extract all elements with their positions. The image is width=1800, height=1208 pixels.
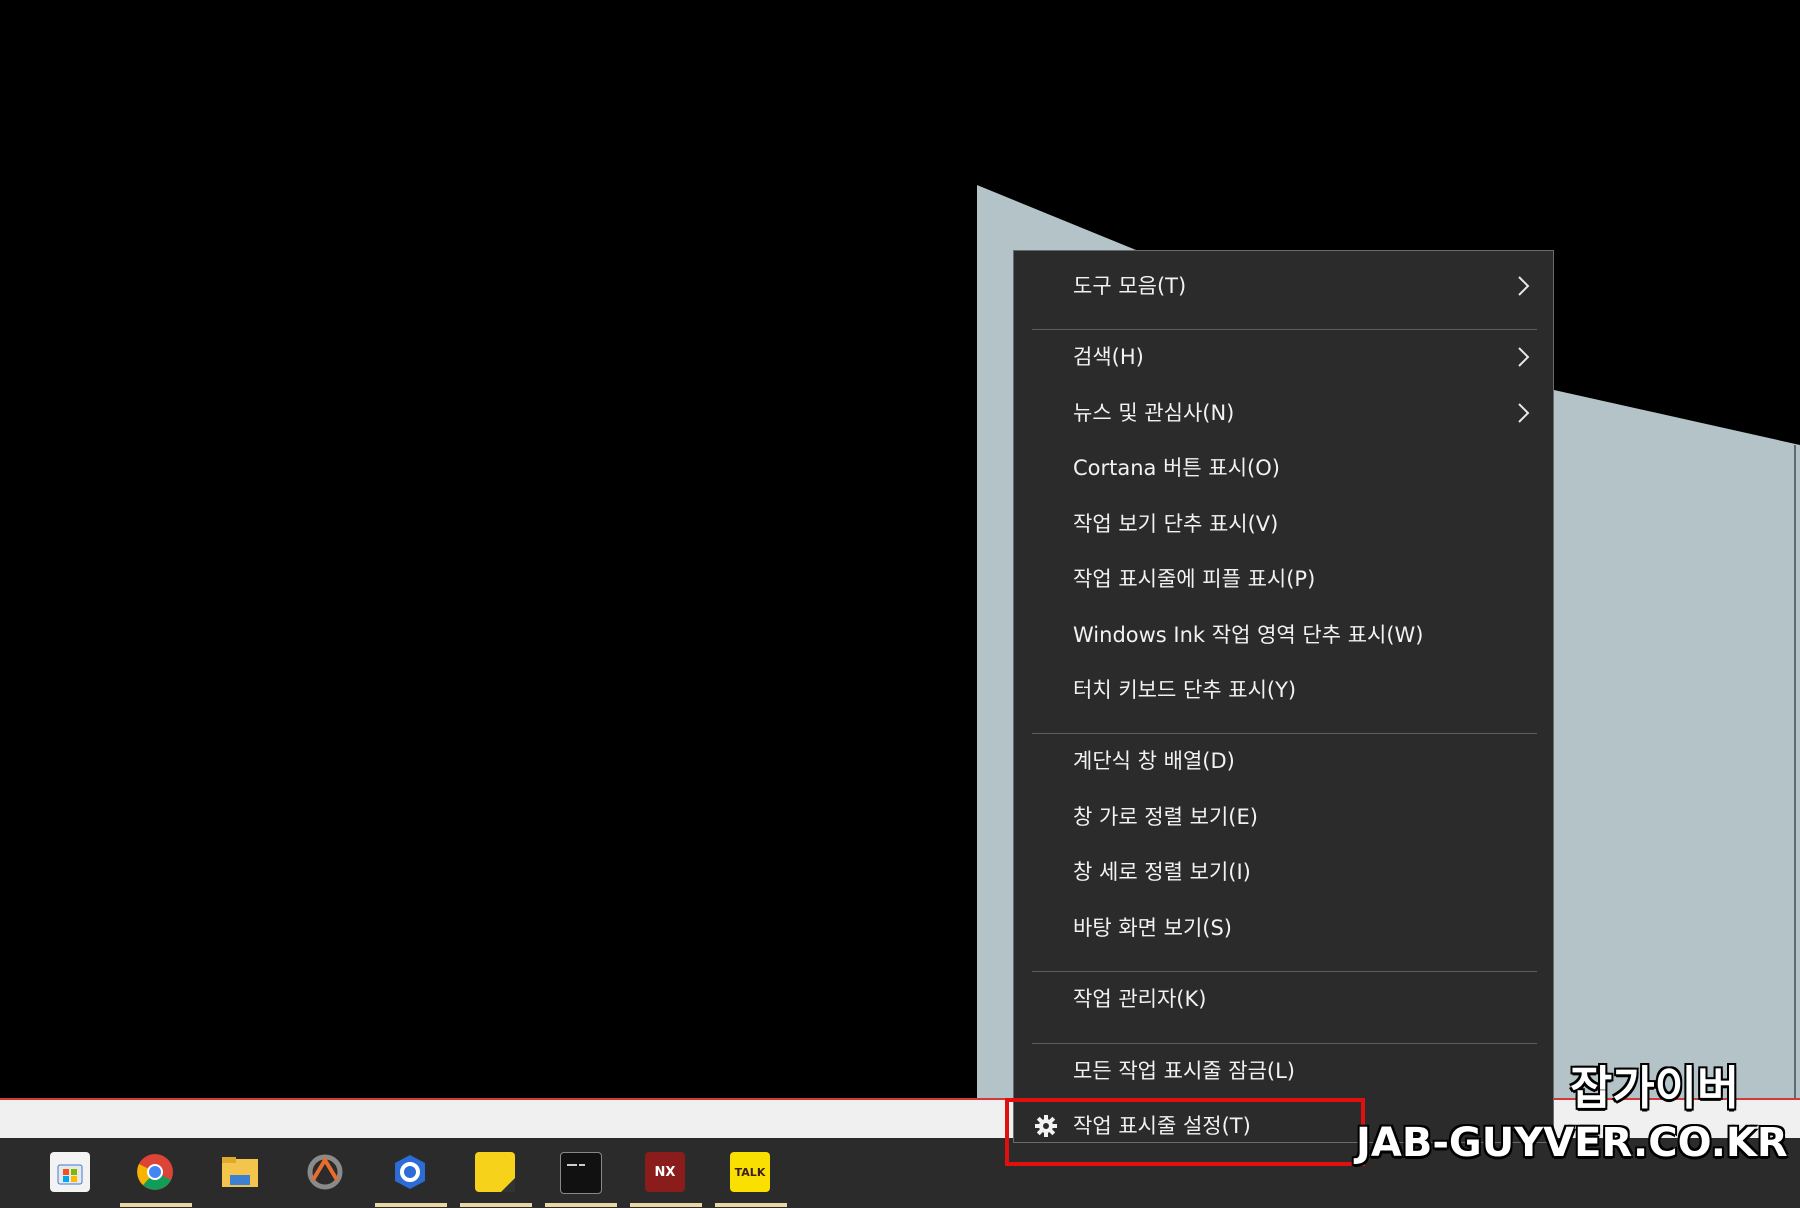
menu-item-label: 바탕 화면 보기(S) xyxy=(1073,916,1232,940)
menu-item-label: 모든 작업 표시줄 잠금(L) xyxy=(1073,1059,1295,1083)
menu-item-stack-horizontal[interactable]: 창 가로 정렬 보기(E) xyxy=(1014,791,1553,843)
microsoft-store-icon[interactable] xyxy=(50,1152,90,1192)
menu-item-cortana[interactable]: Cortana 버튼 표시(O) xyxy=(1014,442,1553,494)
menu-separator xyxy=(1032,329,1537,330)
chrome-icon[interactable] xyxy=(135,1152,175,1192)
running-indicator xyxy=(630,1203,702,1207)
menu-item-show-desktop[interactable]: 바탕 화면 보기(S) xyxy=(1014,902,1553,954)
highlight-box xyxy=(1005,1098,1365,1166)
running-indicator xyxy=(375,1203,447,1207)
sticky-notes-icon[interactable] xyxy=(475,1152,515,1192)
taskbar-context-menu: 도구 모음(T) 검색(H) 뉴스 및 관심사(N) Cortana 버튼 표시… xyxy=(1013,250,1554,1143)
menu-item-task-manager[interactable]: 작업 관리자(K) xyxy=(1014,973,1553,1025)
menu-item-windows-ink[interactable]: Windows Ink 작업 영역 단추 표시(W) xyxy=(1014,609,1553,661)
menu-item-label: Cortana 버튼 표시(O) xyxy=(1073,456,1280,480)
command-prompt-icon[interactable] xyxy=(560,1152,602,1194)
chevron-right-icon xyxy=(1518,403,1530,423)
menu-item-lock-taskbars[interactable]: 모든 작업 표시줄 잠금(L) xyxy=(1014,1045,1553,1097)
menu-item-label: 작업 표시줄에 피플 표시(P) xyxy=(1073,567,1316,591)
kakaotalk-icon[interactable]: TALK xyxy=(730,1152,770,1192)
running-indicator xyxy=(545,1203,617,1207)
menu-item-label: 검색(H) xyxy=(1073,345,1144,369)
menu-separator xyxy=(1032,971,1537,972)
menu-separator xyxy=(1032,1043,1537,1044)
menu-item-label: 터치 키보드 단추 표시(Y) xyxy=(1073,678,1297,702)
menu-item-label: 계단식 창 배열(D) xyxy=(1073,749,1235,773)
menu-item-label: Windows Ink 작업 영역 단추 표시(W) xyxy=(1073,623,1424,647)
nx-app-label: NX xyxy=(654,1164,676,1180)
browser-app-icon[interactable] xyxy=(390,1152,430,1192)
chevron-right-icon xyxy=(1518,276,1530,296)
chevron-right-icon xyxy=(1518,347,1530,367)
menu-item-label: 작업 관리자(K) xyxy=(1073,987,1207,1011)
running-indicator xyxy=(460,1203,532,1207)
running-indicator xyxy=(715,1203,787,1207)
menu-item-label: 창 가로 정렬 보기(E) xyxy=(1073,805,1258,829)
running-indicator xyxy=(120,1203,192,1207)
menu-item-news-interests[interactable]: 뉴스 및 관심사(N) xyxy=(1014,387,1553,439)
menu-item-label: 뉴스 및 관심사(N) xyxy=(1073,401,1235,425)
menu-item-side-by-side[interactable]: 창 세로 정렬 보기(I) xyxy=(1014,846,1553,898)
watermark-url: JAB-GUYVER.CO.KR xyxy=(1356,1120,1788,1166)
menu-item-label: 창 세로 정렬 보기(I) xyxy=(1073,860,1251,884)
menu-item-toolbars[interactable]: 도구 모음(T) xyxy=(1014,260,1553,312)
menu-item-touch-keyboard[interactable]: 터치 키보드 단추 표시(Y) xyxy=(1014,664,1553,716)
menu-item-label: 도구 모음(T) xyxy=(1073,274,1187,298)
menu-item-label: 작업 보기 단추 표시(V) xyxy=(1073,512,1279,536)
file-explorer-icon[interactable] xyxy=(220,1152,260,1192)
watermark-title: 잡가이버 xyxy=(1570,1061,1740,1115)
menu-separator xyxy=(1032,733,1537,734)
kakaotalk-label: TALK xyxy=(734,1165,766,1179)
menu-item-search[interactable]: 검색(H) xyxy=(1014,331,1553,383)
menu-item-people[interactable]: 작업 표시줄에 피플 표시(P) xyxy=(1014,553,1553,605)
nx-app-icon[interactable]: NX xyxy=(645,1152,685,1192)
davinci-resolve-icon[interactable] xyxy=(305,1152,345,1192)
menu-item-task-view[interactable]: 작업 보기 단추 표시(V) xyxy=(1014,498,1553,550)
menu-item-cascade[interactable]: 계단식 창 배열(D) xyxy=(1014,735,1553,787)
